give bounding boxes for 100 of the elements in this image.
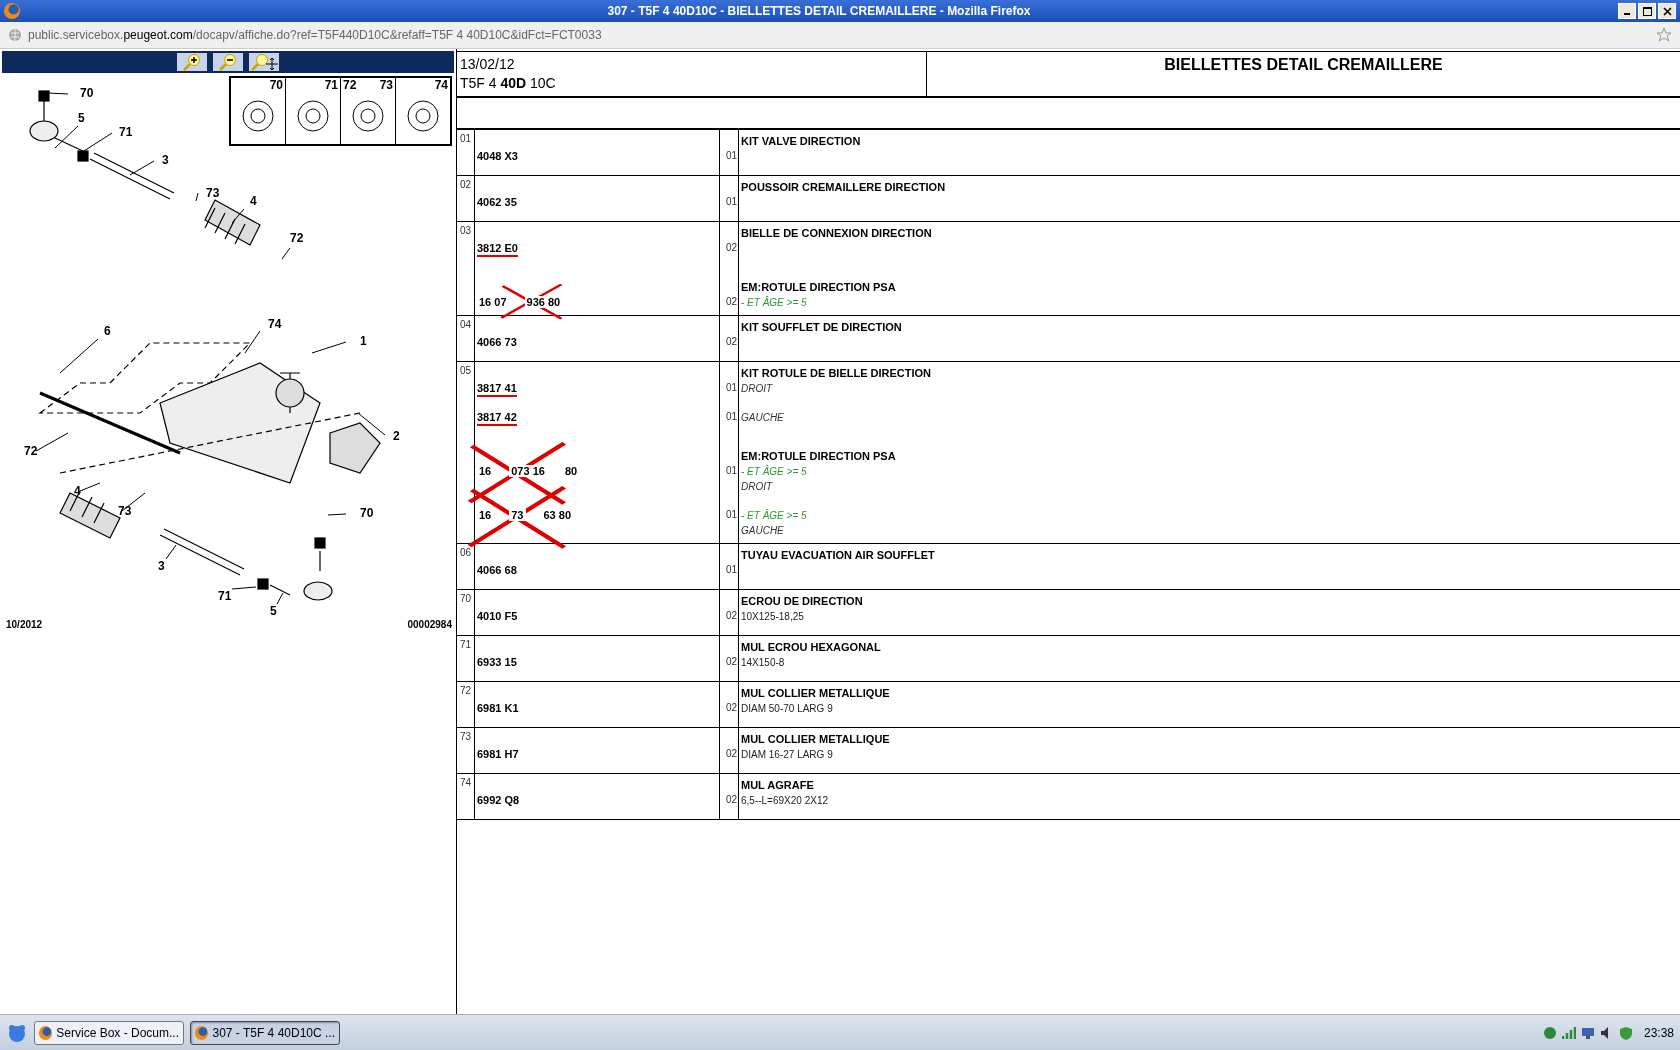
part-number: 3817 42 <box>477 410 517 426</box>
part-number-fragment: 16 <box>477 508 494 521</box>
document-date: 13/02/12 <box>460 55 516 74</box>
globe-icon <box>8 28 22 42</box>
leader-line <box>276 592 284 605</box>
minimize-button[interactable] <box>1618 3 1636 19</box>
leader-line <box>311 341 347 354</box>
part-number: 6992 Q8 <box>477 793 520 806</box>
leader-line <box>195 192 199 202</box>
leader-line <box>231 208 245 224</box>
part-description: MUL COLLIER METALLIQUE <box>741 732 890 745</box>
leader-line <box>83 132 113 152</box>
browser-logo-icon <box>4 3 20 19</box>
part-description: MUL COLLIER METALLIQUE <box>741 686 890 699</box>
close-button[interactable] <box>1658 3 1676 19</box>
callout-number: 4 <box>74 484 81 498</box>
part-thumbnail[interactable]: 74 <box>396 78 450 144</box>
minimize-icon <box>1624 13 1630 15</box>
zoom-out-button[interactable] <box>213 53 243 71</box>
item-index: 02 <box>460 179 472 190</box>
callout-number: 5 <box>78 111 85 125</box>
quantity: 01 <box>725 564 737 575</box>
item-index: 70 <box>460 593 472 604</box>
start-button[interactable] <box>6 1022 28 1043</box>
part-number: 6981 K1 <box>477 701 519 714</box>
callout-number: 72 <box>290 231 304 245</box>
part-number: 6981 H7 <box>477 747 519 760</box>
quantity: 02 <box>725 242 737 253</box>
square-marker-icon <box>77 150 89 162</box>
callout-number: 70 <box>360 506 374 520</box>
item-index: 71 <box>460 639 472 650</box>
callout-number: 3 <box>158 559 165 573</box>
maximize-icon <box>1642 6 1652 16</box>
callout-number: 71 <box>119 125 133 139</box>
monitor-icon[interactable] <box>1580 1025 1595 1040</box>
item-index: 04 <box>460 319 472 330</box>
part-number: 4066 73 <box>477 335 517 348</box>
part-detail: - ET ÂGE >= 5 <box>741 296 807 308</box>
quantity: 02 <box>725 336 737 347</box>
callout-number: 6 <box>104 324 111 338</box>
zoom-in-button[interactable] <box>177 53 207 71</box>
part-description: BIELLE DE CONNEXION DIRECTION <box>741 226 932 239</box>
part-description: EM:ROTULE DIRECTION PSA <box>741 449 896 462</box>
leader-line <box>357 412 386 436</box>
signal-bars-icon[interactable] <box>1561 1025 1576 1040</box>
callout-number: 1 <box>360 334 367 348</box>
callout-number: 72 <box>24 444 38 458</box>
part-detail: GAUCHE <box>741 524 784 536</box>
leader-line <box>129 160 155 176</box>
taskbar-button[interactable]: Service Box - Docum... <box>34 1020 184 1045</box>
quantity: 02 <box>725 610 737 621</box>
callout-number: 71 <box>218 589 232 603</box>
item-index: 01 <box>460 133 472 144</box>
callout-number: 73 <box>379 78 393 92</box>
callout-number: 73 <box>118 504 132 518</box>
quantity: 02 <box>725 296 737 307</box>
part-detail: 14X150-8 <box>741 656 785 668</box>
item-index: 03 <box>460 225 472 236</box>
callout-number: 3 <box>162 153 169 167</box>
part-description: KIT VALVE DIRECTION <box>741 134 861 147</box>
part-number-fragment: 936 80 <box>524 295 563 308</box>
part-detail: DIAM 50-70 LARG 9 <box>741 702 833 714</box>
part-thumbnail[interactable]: 72 73 <box>341 78 396 144</box>
part-thumbnail[interactable]: 70 <box>231 78 286 144</box>
part-number-fragment: 80 <box>562 464 580 477</box>
part-number: 4010 F5 <box>477 609 518 622</box>
part-description: KIT ROTULE DE BIELLE DIRECTION <box>741 366 932 379</box>
window-title: 307 - T5F 4 40D10C - BIELLETTES DETAIL CREMAILLERE - Mozilla Firefox <box>606 4 1032 18</box>
bookmark-star-icon[interactable] <box>1656 27 1672 43</box>
part-number-fragment: 73 <box>509 508 526 521</box>
quantity: 02 <box>725 656 737 667</box>
quantity: 01 <box>725 196 737 207</box>
part-number: 4048 X3 <box>477 149 518 162</box>
part-detail: 10X125-18,25 <box>741 610 804 622</box>
dust-cover-drawing <box>329 422 381 474</box>
zoom-pan-button[interactable] <box>249 53 279 71</box>
maximize-button[interactable] <box>1638 3 1656 19</box>
callout-number: 5 <box>270 604 277 618</box>
item-index: 05 <box>460 365 472 376</box>
part-detail: - ET ÂGE >= 5 <box>741 509 807 521</box>
leader-line <box>165 544 177 560</box>
quantity: 01 <box>725 150 737 161</box>
taskbar-button[interactable]: 307 - T5F 4 40D10C ... <box>190 1020 340 1045</box>
part-detail: 6,5--L=69X20 2X12 <box>741 794 828 806</box>
part-detail: DIAM 16-27 LARG 9 <box>741 748 833 760</box>
part-description: TUYAU EVACUATION AIR SOUFFLET <box>741 548 935 561</box>
globe-icon[interactable] <box>1542 1025 1557 1040</box>
part-thumbnail[interactable]: 71 <box>286 78 341 144</box>
part-description: EM:ROTULE DIRECTION PSA <box>741 280 896 293</box>
leader-line <box>59 338 99 374</box>
item-index: 73 <box>460 731 472 742</box>
part-number: 3817 41 <box>477 381 517 397</box>
quantity: 01 <box>725 465 737 476</box>
page-title: BIELLETTES DETAIL CREMAILLERE <box>1163 55 1444 75</box>
part-description: ECROU DE DIRECTION <box>741 594 863 607</box>
part-number-fragment: 63 80 <box>541 508 574 521</box>
leader-line <box>79 482 101 492</box>
callout-number: 2 <box>393 429 400 443</box>
quantity: 01 <box>725 509 737 520</box>
diagram-date: 10/2012 <box>6 619 43 630</box>
